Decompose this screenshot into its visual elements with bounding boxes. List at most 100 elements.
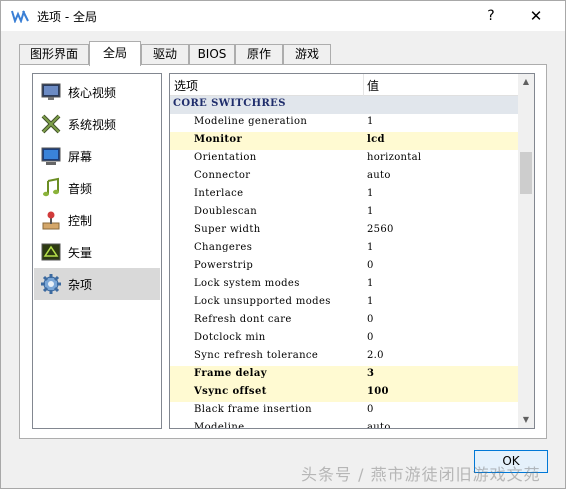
table-row[interactable]: Refresh dont care 0 (170, 312, 518, 330)
section-title: CORE SWITCHRES (173, 98, 286, 109)
tab-global[interactable]: 全局 (89, 41, 141, 66)
option-name: Super width (194, 224, 261, 235)
option-name: Black frame insertion (194, 404, 312, 415)
column-divider (363, 74, 364, 96)
title-bar: 选项 - 全局 ? ✕ (1, 1, 565, 31)
section-row: CORE SWITCHRES (170, 96, 518, 114)
tab-drivers[interactable]: 驱动 (141, 44, 189, 65)
option-name: Doublescan (194, 206, 258, 217)
table-row[interactable]: Lock system modes 1 (170, 276, 518, 294)
option-name: Vsync offset (194, 386, 267, 397)
option-value[interactable]: 1 (367, 206, 374, 217)
watermark-text: 头条号 / 燕市游徒闭旧游戏文苑 (301, 465, 541, 484)
table-row[interactable]: Black frame insertion 0 (170, 402, 518, 420)
column-header-value[interactable]: 值 (367, 77, 379, 94)
option-value[interactable]: 3 (367, 368, 374, 379)
sidebar-item-label: 控制 (68, 214, 93, 228)
option-name: Dotclock min (194, 332, 266, 343)
joystick-icon (42, 211, 60, 230)
option-value[interactable]: 1 (367, 242, 374, 253)
options-grid: 选项 值 CORE SWITCHRES Modeline generation … (169, 73, 535, 429)
sidebar-item-vector[interactable]: 矢量 (34, 236, 160, 268)
sidebar-item-label: 屏幕 (68, 150, 93, 164)
help-button[interactable]: ? (477, 5, 505, 27)
option-name: Refresh dont care (194, 314, 292, 325)
option-value[interactable]: 2.0 (367, 350, 384, 361)
table-row[interactable]: Powerstrip 0 (170, 258, 518, 276)
window-title: 选项 - 全局 (37, 10, 97, 24)
table-row[interactable]: Modeline generation 1 (170, 114, 518, 132)
option-name: Lock system modes (194, 278, 300, 289)
sidebar-item-label: 杂项 (68, 278, 93, 292)
x-logo-icon (41, 114, 61, 134)
column-header-option[interactable]: 选项 (174, 77, 198, 94)
option-value[interactable]: 1 (367, 278, 374, 289)
sidebar-item-audio[interactable]: 音频 (34, 172, 160, 204)
option-name: Sync refresh tolerance (194, 350, 319, 361)
sidebar-item-label: 系统视频 (68, 118, 117, 132)
option-value[interactable]: 100 (367, 386, 389, 397)
sidebar-item-misc[interactable]: 杂项 (34, 268, 160, 300)
table-row[interactable]: Doublescan 1 (170, 204, 518, 222)
sidebar-item-label: 音频 (68, 182, 93, 196)
scroll-thumb[interactable] (520, 152, 532, 194)
option-name: Connector (194, 170, 251, 181)
sidebar-item-controls[interactable]: 控制 (34, 204, 160, 236)
vector-icon (41, 243, 61, 261)
table-row[interactable]: Dotclock min 0 (170, 330, 518, 348)
option-value[interactable]: auto (367, 170, 391, 181)
option-name: Powerstrip (194, 260, 254, 271)
close-button[interactable]: ✕ (521, 5, 551, 27)
scroll-down-arrow-icon[interactable]: ▼ (518, 412, 534, 428)
category-list: 核心视频 系统视频 屏幕 音频 控制 矢量 杂项 (32, 73, 162, 429)
options-dialog: 选项 - 全局 ? ✕ 图形界面 全局 驱动 BIOS 原作 游戏 核心视频 系… (0, 0, 566, 489)
sidebar-item-label: 核心视频 (68, 86, 117, 100)
option-value[interactable]: 0 (367, 332, 374, 343)
table-row[interactable]: Interlace 1 (170, 186, 518, 204)
option-value[interactable]: 0 (367, 314, 374, 325)
option-value[interactable]: 1 (367, 188, 374, 199)
option-value[interactable]: lcd (367, 134, 385, 145)
app-icon (11, 10, 29, 23)
table-row[interactable]: Sync refresh tolerance 2.0 (170, 348, 518, 366)
option-value[interactable]: horizontal (367, 152, 421, 163)
table-row[interactable]: Frame delay 3 (170, 366, 518, 384)
option-value[interactable]: 0 (367, 260, 374, 271)
scroll-up-arrow-icon[interactable]: ▲ (518, 74, 534, 90)
sidebar-item-screen[interactable]: 屏幕 (34, 140, 160, 172)
tab-original[interactable]: 原作 (235, 44, 283, 65)
option-name: Interlace (194, 188, 244, 199)
option-name: Modeline (194, 422, 245, 429)
option-name: Changeres (194, 242, 253, 253)
table-row[interactable]: Changeres 1 (170, 240, 518, 258)
table-row[interactable]: Modeline auto (170, 420, 518, 429)
tab-bios[interactable]: BIOS (189, 44, 235, 65)
option-value[interactable]: auto (367, 422, 391, 428)
tab-graphics[interactable]: 图形界面 (19, 44, 89, 65)
option-value[interactable]: 1 (367, 296, 374, 307)
option-name: Frame delay (194, 368, 267, 379)
tab-panel: 核心视频 系统视频 屏幕 音频 控制 矢量 杂项 选项 值 CORE SWITC… (19, 64, 547, 439)
sidebar-item-label: 矢量 (68, 246, 93, 260)
screen-icon (41, 147, 61, 165)
gear-icon (41, 274, 61, 294)
table-row[interactable]: Vsync offset 100 (170, 384, 518, 402)
vertical-scrollbar[interactable]: ▲ ▼ (518, 74, 534, 428)
tab-games[interactable]: 游戏 (283, 44, 331, 65)
table-row[interactable]: Connector auto (170, 168, 518, 186)
option-name: Modeline generation (194, 116, 308, 127)
option-name: Monitor (194, 134, 243, 145)
table-row[interactable]: Super width 2560 (170, 222, 518, 240)
sidebar-item-core-video[interactable]: 核心视频 (34, 76, 160, 108)
sidebar-item-system-video[interactable]: 系统视频 (34, 108, 160, 140)
option-value[interactable]: 2560 (367, 224, 394, 235)
option-value[interactable]: 1 (367, 116, 374, 127)
table-row[interactable]: Orientation horizontal (170, 150, 518, 168)
option-name: Lock unsupported modes (194, 296, 331, 307)
table-row[interactable]: Monitor lcd (170, 132, 518, 150)
option-name: Orientation (194, 152, 257, 163)
table-row[interactable]: Lock unsupported modes 1 (170, 294, 518, 312)
option-value[interactable]: 0 (367, 404, 374, 415)
grid-header: 选项 值 (170, 74, 518, 96)
music-note-icon (43, 177, 59, 197)
